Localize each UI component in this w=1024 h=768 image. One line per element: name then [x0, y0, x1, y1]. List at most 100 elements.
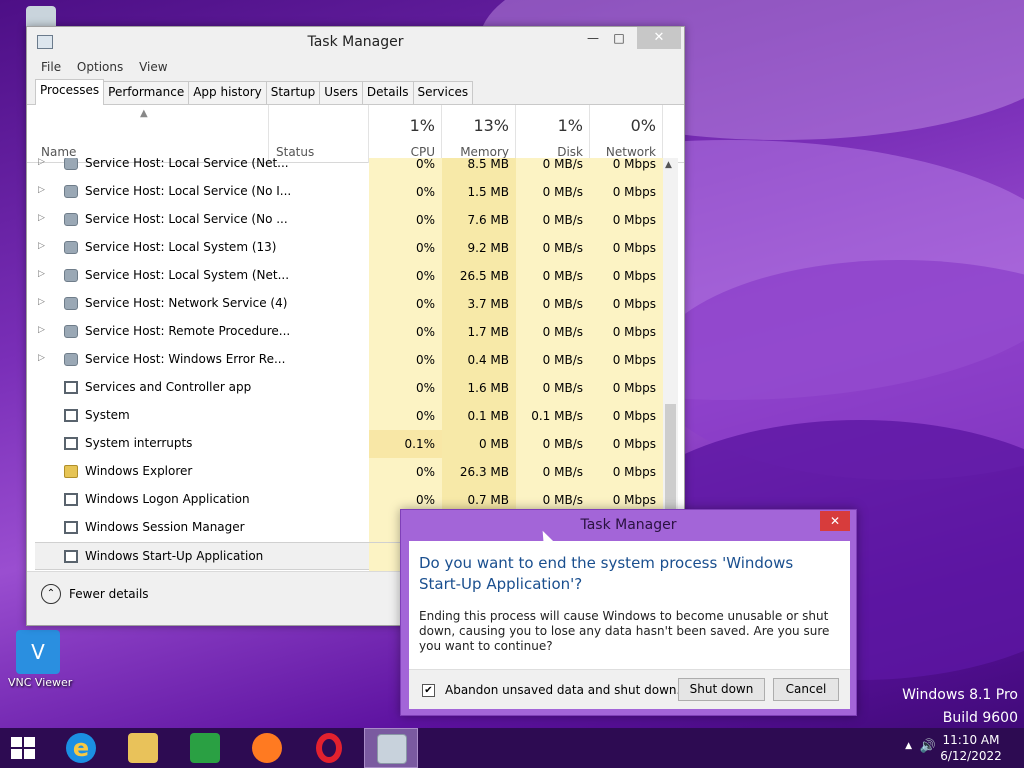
disk-cell: 0 MB/s: [516, 206, 590, 234]
column-status[interactable]: Status: [269, 105, 369, 163]
checkbox-label[interactable]: Abandon unsaved data and shut down.: [445, 683, 680, 697]
tab-startup[interactable]: Startup: [265, 81, 321, 104]
process-row[interactable]: Services and Controller app 0% 1.6 MB 0 MB/…: [35, 374, 663, 402]
volume-icon[interactable]: 🔊: [920, 739, 936, 754]
column-disk-label: Disk: [557, 145, 583, 159]
watermark-edition: Windows 8.1 Pro: [902, 687, 1018, 703]
network-cell: 0 Mbps: [590, 262, 663, 290]
column-network[interactable]: 0% Network: [590, 105, 663, 163]
tab-details[interactable]: Details: [361, 81, 414, 104]
tab-processes[interactable]: Processes: [35, 79, 105, 105]
process-row[interactable]: ▷ Service Host: Local Service (No I... 0% 1…: [35, 178, 663, 206]
process-row[interactable]: ▷ Service Host: Network Service (4) 0% 3.7 …: [35, 290, 663, 318]
close-button[interactable]: ✕: [637, 27, 681, 49]
clock-time[interactable]: 11:10 AM: [936, 733, 1006, 747]
tab-services[interactable]: Services: [412, 81, 474, 104]
process-row[interactable]: System interrupts 0.1% 0 MB 0 MB/s 0 Mbps: [35, 430, 663, 458]
dialog-body: Do you want to end the system process 'W…: [409, 541, 850, 709]
cpu-cell: 0.1%: [369, 430, 442, 458]
column-disk[interactable]: 1% Disk: [516, 105, 590, 163]
maximize-button[interactable]: □: [604, 27, 634, 49]
service-gear-icon: [64, 158, 78, 170]
cpu-total: 1%: [409, 116, 435, 135]
process-name: Service Host: Local Service (No I...: [85, 184, 292, 198]
disk-cell: 0 MB/s: [516, 262, 590, 290]
process-row[interactable]: System 0% 0.1 MB 0.1 MB/s 0 Mbps: [35, 402, 663, 430]
process-row[interactable]: ▷ Service Host: Remote Procedure... 0% 1.7 …: [35, 318, 663, 346]
expand-chevron-icon[interactable]: ▷: [38, 269, 48, 279]
opera-icon: [316, 733, 342, 763]
taskbar-file-explorer[interactable]: [116, 728, 170, 768]
title-bar[interactable]: Task Manager — □ ✕: [27, 27, 684, 57]
memory-cell: 1.7 MB: [442, 318, 516, 346]
disk-cell: 0 MB/s: [516, 318, 590, 346]
process-row[interactable]: ▷ Service Host: Local System (Net... 0% 26.…: [35, 262, 663, 290]
chevron-up-icon[interactable]: ⌃: [41, 584, 61, 604]
task-manager-icon: [377, 734, 407, 764]
column-memory[interactable]: 13% Memory: [442, 105, 516, 163]
cancel-button[interactable]: Cancel: [773, 678, 839, 701]
column-name[interactable]: Name: [27, 105, 269, 163]
memory-cell: 26.3 MB: [442, 458, 516, 486]
start-button[interactable]: [0, 728, 54, 768]
cpu-cell: 0%: [369, 402, 442, 430]
expand-chevron-icon[interactable]: ▷: [38, 158, 48, 167]
dialog-close-button[interactable]: ✕: [820, 511, 850, 531]
expand-chevron-icon[interactable]: ▷: [38, 185, 48, 195]
taskbar-task-manager[interactable]: [364, 728, 418, 768]
process-name: Service Host: Local Service (Net...: [85, 158, 289, 170]
network-cell: 0 Mbps: [590, 430, 663, 458]
memory-total: 13%: [473, 116, 509, 135]
tab-app-history[interactable]: App history: [188, 81, 267, 104]
disk-cell: 0 MB/s: [516, 178, 590, 206]
process-row[interactable]: Windows Explorer 0% 26.3 MB 0 MB/s 0 Mbps: [35, 458, 663, 486]
process-name: Service Host: Local System (Net...: [85, 268, 290, 282]
menu-options[interactable]: Options: [71, 57, 129, 77]
memory-cell: 0.4 MB: [442, 346, 516, 374]
fewer-details-link[interactable]: Fewer details: [69, 587, 149, 601]
process-name: Service Host: Remote Procedure...: [85, 324, 291, 338]
abandon-data-checkbox[interactable]: ✔: [422, 684, 435, 697]
expand-chevron-icon[interactable]: ▷: [38, 325, 48, 335]
network-cell: 0 Mbps: [590, 234, 663, 262]
app-window-icon: [64, 409, 78, 422]
expand-chevron-icon[interactable]: ▷: [38, 213, 48, 223]
desktop-icon-vnc-viewer[interactable]: V VNC Viewer: [8, 630, 72, 689]
process-row[interactable]: ▷ Service Host: Local Service (Net... 0% 8.…: [35, 158, 663, 178]
column-cpu[interactable]: 1% CPU: [369, 105, 442, 163]
expand-chevron-icon[interactable]: ▷: [38, 297, 48, 307]
disk-cell: 0 MB/s: [516, 374, 590, 402]
taskbar-firefox[interactable]: [240, 728, 294, 768]
taskbar-store[interactable]: [178, 728, 232, 768]
store-icon: [190, 733, 220, 763]
service-gear-icon: [64, 241, 78, 254]
shut-down-button[interactable]: Shut down: [678, 678, 765, 701]
cpu-cell: 0%: [369, 262, 442, 290]
process-name: Service Host: Windows Error Re...: [85, 352, 286, 366]
show-hidden-icons-icon[interactable]: ▲: [905, 741, 912, 751]
taskbar-opera[interactable]: [302, 728, 356, 768]
scroll-thumb[interactable]: [665, 404, 676, 514]
file-explorer-icon: [128, 733, 158, 763]
disk-cell: 0 MB/s: [516, 458, 590, 486]
cpu-cell: 0%: [369, 178, 442, 206]
expand-chevron-icon[interactable]: ▷: [38, 241, 48, 251]
clock-date[interactable]: 6/12/2022: [936, 749, 1006, 763]
process-row[interactable]: ▷ Service Host: Windows Error Re... 0% 0.4 …: [35, 346, 663, 374]
process-name: Service Host: Network Service (4): [85, 296, 288, 310]
expand-chevron-icon[interactable]: ▷: [38, 353, 48, 363]
process-row[interactable]: ▷ Service Host: Local System (13) 0% 9.2 MB…: [35, 234, 663, 262]
tab-users[interactable]: Users: [319, 81, 363, 104]
taskbar-internet-explorer[interactable]: e: [54, 728, 108, 768]
scroll-up-icon[interactable]: ▲: [665, 160, 672, 170]
menu-file[interactable]: File: [35, 57, 67, 77]
watermark-build: Build 9600: [942, 710, 1018, 726]
menu-view[interactable]: View: [133, 57, 173, 77]
internet-explorer-icon: e: [66, 733, 96, 763]
tab-performance[interactable]: Performance: [103, 81, 190, 104]
process-name: Services and Controller app: [85, 380, 252, 394]
column-header: ▲ Name Status 1% CPU 13% Memory 1% Disk …: [27, 105, 684, 163]
menu-bar: File Options View: [27, 57, 684, 79]
process-row[interactable]: ▷ Service Host: Local Service (No ... 0% 7.…: [35, 206, 663, 234]
disk-cell: 0 MB/s: [516, 290, 590, 318]
